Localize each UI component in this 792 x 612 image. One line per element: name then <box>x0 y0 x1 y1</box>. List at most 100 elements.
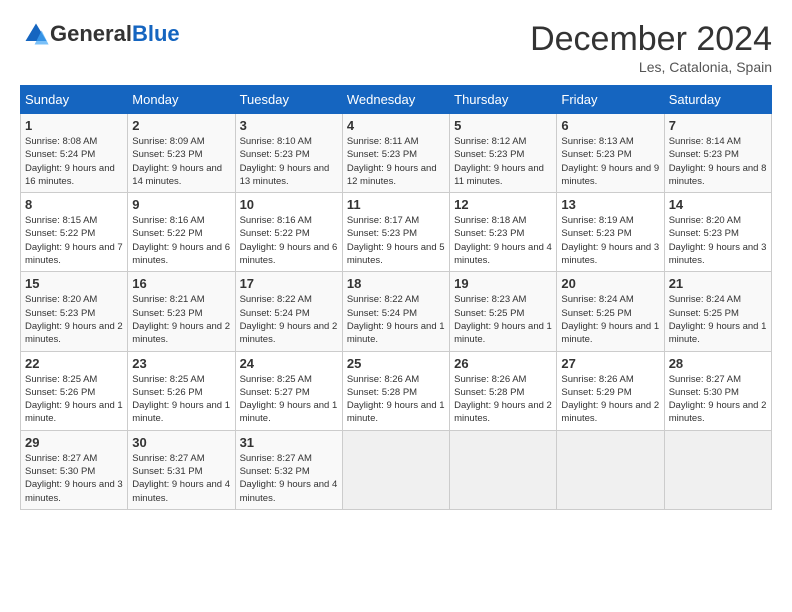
calendar-week-row: 1Sunrise: 8:08 AM Sunset: 5:24 PM Daylig… <box>21 114 772 193</box>
day-number: 13 <box>561 197 659 212</box>
weekday-header-saturday: Saturday <box>664 86 771 114</box>
day-number: 5 <box>454 118 552 133</box>
calendar-cell: 21 Sunrise: 8:24 AM Sunset: 5:25 PM Dayli… <box>664 272 771 351</box>
location: Les, Catalonia, Spain <box>530 59 772 75</box>
calendar-cell: 28 Sunrise: 8:27 AM Sunset: 5:30 PM Dayli… <box>664 351 771 430</box>
day-info: Sunrise: 8:25 AM Sunset: 5:27 PM Dayligh… <box>240 373 338 426</box>
day-number: 17 <box>240 276 338 291</box>
day-info: Sunrise: 8:20 AM Sunset: 5:23 PM Dayligh… <box>25 293 123 346</box>
calendar-cell: 16Sunrise: 8:21 AM Sunset: 5:23 PM Dayli… <box>128 272 235 351</box>
weekday-header-friday: Friday <box>557 86 664 114</box>
day-number: 18 <box>347 276 445 291</box>
calendar-cell: 7 Sunrise: 8:14 AM Sunset: 5:23 PM Daylig… <box>664 114 771 193</box>
calendar-cell: 17 Sunrise: 8:22 AM Sunset: 5:24 PM Dayli… <box>235 272 342 351</box>
day-number: 8 <box>25 197 123 212</box>
calendar-cell: 24 Sunrise: 8:25 AM Sunset: 5:27 PM Dayli… <box>235 351 342 430</box>
day-number: 2 <box>132 118 230 133</box>
calendar-week-row: 8 Sunrise: 8:15 AM Sunset: 5:22 PM Daylig… <box>21 193 772 272</box>
day-info: Sunrise: 8:22 AM Sunset: 5:24 PM Dayligh… <box>347 293 445 346</box>
day-info: Sunrise: 8:27 AM Sunset: 5:32 PM Dayligh… <box>240 452 338 505</box>
day-number: 9 <box>132 197 230 212</box>
logo-icon <box>22 20 50 48</box>
logo-general: General <box>50 21 132 46</box>
calendar-cell: 20Sunrise: 8:24 AM Sunset: 5:25 PM Dayli… <box>557 272 664 351</box>
day-info: Sunrise: 8:11 AM Sunset: 5:23 PM Dayligh… <box>347 135 445 188</box>
calendar-cell: 9Sunrise: 8:16 AM Sunset: 5:22 PM Daylig… <box>128 193 235 272</box>
calendar-table: SundayMondayTuesdayWednesdayThursdayFrid… <box>20 85 772 510</box>
calendar-cell: 14 Sunrise: 8:20 AM Sunset: 5:23 PM Dayli… <box>664 193 771 272</box>
day-number: 26 <box>454 356 552 371</box>
day-number: 23 <box>132 356 230 371</box>
day-info: Sunrise: 8:10 AM Sunset: 5:23 PM Dayligh… <box>240 135 338 188</box>
page-header: GeneralBlue December 2024 Les, Catalonia… <box>20 20 772 75</box>
day-number: 12 <box>454 197 552 212</box>
day-number: 19 <box>454 276 552 291</box>
calendar-cell: 15 Sunrise: 8:20 AM Sunset: 5:23 PM Dayli… <box>21 272 128 351</box>
day-info: Sunrise: 8:25 AM Sunset: 5:26 PM Dayligh… <box>25 373 123 426</box>
day-info: Sunrise: 8:14 AM Sunset: 5:23 PM Dayligh… <box>669 135 767 188</box>
day-info: Sunrise: 8:26 AM Sunset: 5:28 PM Dayligh… <box>347 373 445 426</box>
day-number: 24 <box>240 356 338 371</box>
day-info: Sunrise: 8:15 AM Sunset: 5:22 PM Dayligh… <box>25 214 123 267</box>
calendar-week-row: 15 Sunrise: 8:20 AM Sunset: 5:23 PM Dayli… <box>21 272 772 351</box>
day-info: Sunrise: 8:27 AM Sunset: 5:30 PM Dayligh… <box>669 373 767 426</box>
day-info: Sunrise: 8:27 AM Sunset: 5:30 PM Dayligh… <box>25 452 123 505</box>
calendar-cell: 6 Sunrise: 8:13 AM Sunset: 5:23 PM Daylig… <box>557 114 664 193</box>
day-number: 27 <box>561 356 659 371</box>
calendar-cell: 19Sunrise: 8:23 AM Sunset: 5:25 PM Dayli… <box>450 272 557 351</box>
weekday-header-thursday: Thursday <box>450 86 557 114</box>
calendar-cell: 2Sunrise: 8:09 AM Sunset: 5:23 PM Daylig… <box>128 114 235 193</box>
day-number: 7 <box>669 118 767 133</box>
day-info: Sunrise: 8:26 AM Sunset: 5:28 PM Dayligh… <box>454 373 552 426</box>
weekday-header-sunday: Sunday <box>21 86 128 114</box>
calendar-week-row: 29 Sunrise: 8:27 AM Sunset: 5:30 PM Dayli… <box>21 430 772 509</box>
weekday-header-monday: Monday <box>128 86 235 114</box>
day-info: Sunrise: 8:20 AM Sunset: 5:23 PM Dayligh… <box>669 214 767 267</box>
calendar-cell: 26 Sunrise: 8:26 AM Sunset: 5:28 PM Dayli… <box>450 351 557 430</box>
calendar-cell: 5 Sunrise: 8:12 AM Sunset: 5:23 PM Daylig… <box>450 114 557 193</box>
day-number: 31 <box>240 435 338 450</box>
calendar-cell: 8 Sunrise: 8:15 AM Sunset: 5:22 PM Daylig… <box>21 193 128 272</box>
day-info: Sunrise: 8:24 AM Sunset: 5:25 PM Dayligh… <box>561 293 659 346</box>
day-info: Sunrise: 8:22 AM Sunset: 5:24 PM Dayligh… <box>240 293 338 346</box>
calendar-cell <box>664 430 771 509</box>
logo: GeneralBlue <box>20 20 180 48</box>
day-number: 15 <box>25 276 123 291</box>
calendar-cell <box>557 430 664 509</box>
calendar-cell: 3 Sunrise: 8:10 AM Sunset: 5:23 PM Daylig… <box>235 114 342 193</box>
calendar-cell: 11 Sunrise: 8:17 AM Sunset: 5:23 PM Dayli… <box>342 193 449 272</box>
calendar-cell: 22Sunrise: 8:25 AM Sunset: 5:26 PM Dayli… <box>21 351 128 430</box>
day-info: Sunrise: 8:17 AM Sunset: 5:23 PM Dayligh… <box>347 214 445 267</box>
day-number: 10 <box>240 197 338 212</box>
day-number: 6 <box>561 118 659 133</box>
day-number: 29 <box>25 435 123 450</box>
calendar-cell: 13Sunrise: 8:19 AM Sunset: 5:23 PM Dayli… <box>557 193 664 272</box>
weekday-header-tuesday: Tuesday <box>235 86 342 114</box>
day-info: Sunrise: 8:18 AM Sunset: 5:23 PM Dayligh… <box>454 214 552 267</box>
day-number: 1 <box>25 118 123 133</box>
calendar-cell: 4Sunrise: 8:11 AM Sunset: 5:23 PM Daylig… <box>342 114 449 193</box>
calendar-cell: 30 Sunrise: 8:27 AM Sunset: 5:31 PM Dayli… <box>128 430 235 509</box>
day-number: 14 <box>669 197 767 212</box>
calendar-cell: 31 Sunrise: 8:27 AM Sunset: 5:32 PM Dayli… <box>235 430 342 509</box>
calendar-cell: 23Sunrise: 8:25 AM Sunset: 5:26 PM Dayli… <box>128 351 235 430</box>
day-info: Sunrise: 8:24 AM Sunset: 5:25 PM Dayligh… <box>669 293 767 346</box>
day-info: Sunrise: 8:27 AM Sunset: 5:31 PM Dayligh… <box>132 452 230 505</box>
day-number: 30 <box>132 435 230 450</box>
day-info: Sunrise: 8:26 AM Sunset: 5:29 PM Dayligh… <box>561 373 659 426</box>
calendar-week-row: 22Sunrise: 8:25 AM Sunset: 5:26 PM Dayli… <box>21 351 772 430</box>
day-number: 21 <box>669 276 767 291</box>
title-block: December 2024 Les, Catalonia, Spain <box>530 20 772 75</box>
day-info: Sunrise: 8:13 AM Sunset: 5:23 PM Dayligh… <box>561 135 659 188</box>
day-info: Sunrise: 8:21 AM Sunset: 5:23 PM Dayligh… <box>132 293 230 346</box>
calendar-cell: 12 Sunrise: 8:18 AM Sunset: 5:23 PM Dayli… <box>450 193 557 272</box>
day-info: Sunrise: 8:12 AM Sunset: 5:23 PM Dayligh… <box>454 135 552 188</box>
day-number: 25 <box>347 356 445 371</box>
month-title: December 2024 <box>530 20 772 59</box>
day-number: 28 <box>669 356 767 371</box>
calendar-cell: 18 Sunrise: 8:22 AM Sunset: 5:24 PM Dayli… <box>342 272 449 351</box>
day-number: 11 <box>347 197 445 212</box>
day-number: 3 <box>240 118 338 133</box>
calendar-cell <box>450 430 557 509</box>
calendar-cell: 27 Sunrise: 8:26 AM Sunset: 5:29 PM Dayli… <box>557 351 664 430</box>
